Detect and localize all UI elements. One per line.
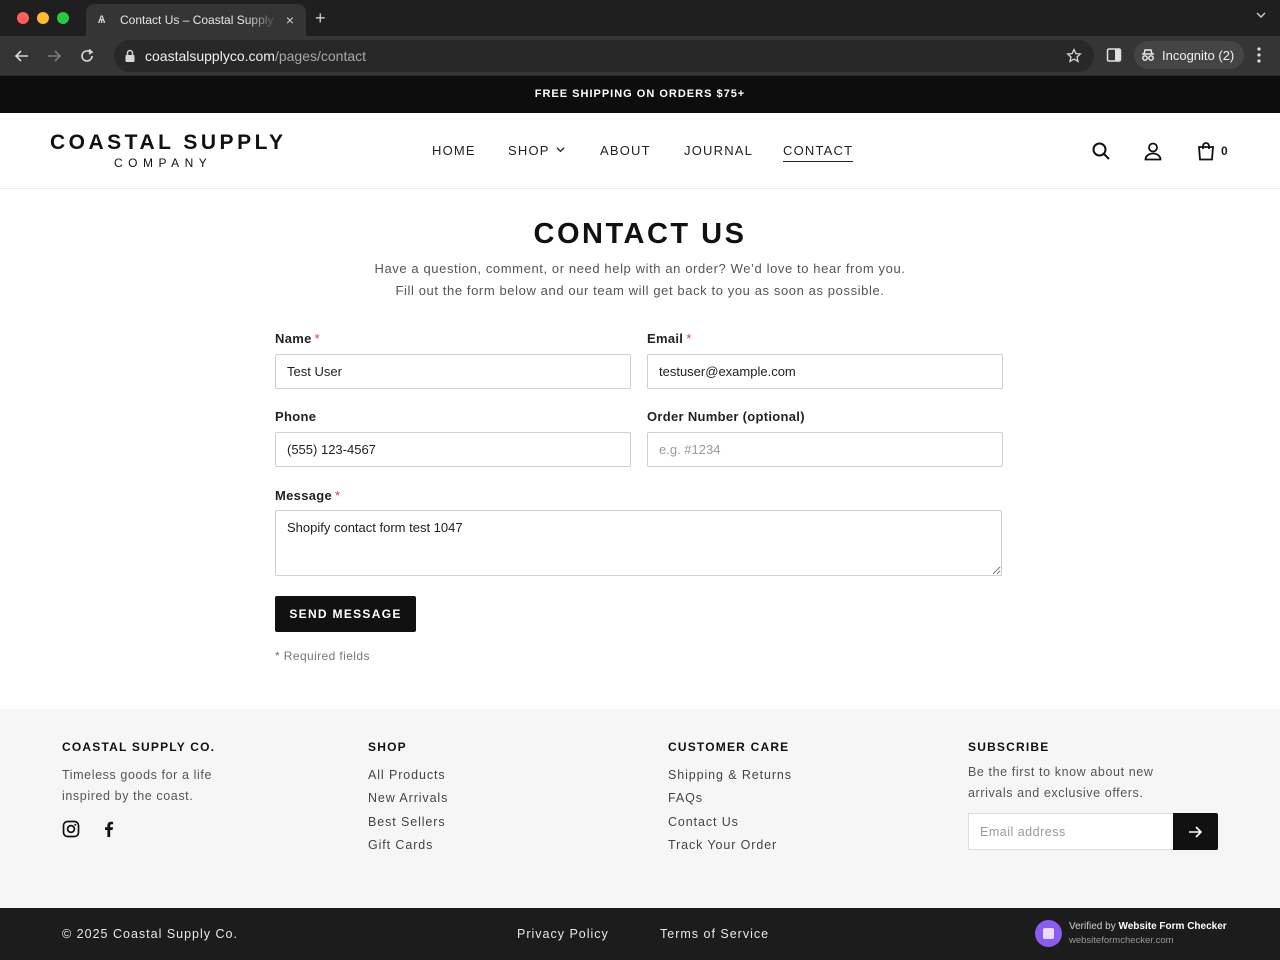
tab-close-icon[interactable]: × <box>282 12 298 28</box>
url-path: /pages/contact <box>274 48 367 64</box>
site-header: COASTAL SUPPLY COMPANY HOME SHOP ABOUT J… <box>0 113 1280 189</box>
footer-brand-heading: COASTAL SUPPLY CO. <box>62 740 216 754</box>
lock-icon <box>125 49 135 62</box>
footer-subscribe-text-line1: Be the first to know about new <box>968 765 1154 779</box>
footer-link-best-sellers[interactable]: Best Sellers <box>368 815 446 829</box>
phone-input[interactable] <box>275 432 631 467</box>
new-tab-button[interactable]: + <box>315 8 326 28</box>
account-icon[interactable] <box>1143 141 1163 161</box>
privacy-policy-link[interactable]: Privacy Policy <box>517 927 609 941</box>
badge-name: Website Form Checker <box>1118 921 1227 932</box>
reload-icon[interactable] <box>77 46 97 66</box>
logo-subtitle[interactable]: COMPANY <box>114 156 212 170</box>
browser-toolbar: coastalsupplyco.com/pages/contact <box>0 36 1280 76</box>
nav-about[interactable]: ABOUT <box>600 143 651 158</box>
subscribe-email-input[interactable] <box>968 813 1173 850</box>
phone-label: Phone <box>275 409 317 424</box>
tab-title: Contact Us – Coastal Supply Co. <box>120 13 278 27</box>
side-panel-icon[interactable] <box>1106 47 1122 63</box>
cart-count: 0 <box>1221 144 1228 158</box>
verified-badge-icon[interactable] <box>1035 920 1062 947</box>
arrow-right-icon <box>1189 826 1203 838</box>
subscribe-button[interactable] <box>1173 813 1218 850</box>
nav-home[interactable]: HOME <box>432 143 476 158</box>
required-asterisk: * <box>686 331 692 346</box>
intro-text-line1: Have a question, comment, or need help w… <box>374 261 906 276</box>
announcement-bar: FREE SHIPPING ON ORDERS $75+ <box>0 76 1280 113</box>
message-label: Message * <box>275 488 340 503</box>
footer-care-heading: CUSTOMER CARE <box>668 740 790 754</box>
back-arrow-icon[interactable] <box>12 46 32 66</box>
required-asterisk: * <box>314 331 320 346</box>
intro-text-line2: Fill out the form below and our team wil… <box>395 283 885 298</box>
page-title: CONTACT US <box>533 218 747 250</box>
instagram-icon[interactable] <box>62 820 80 838</box>
browser-tab-strip: Ѧ Contact Us – Coastal Supply Co. × + <box>0 0 1280 36</box>
url-host: coastalsupplyco.com <box>145 48 275 64</box>
copyright-text: © 2025 Coastal Supply Co. <box>62 927 238 941</box>
footer: COASTAL SUPPLY CO. Timeless goods for a … <box>0 709 1280 908</box>
footer-link-shipping-returns[interactable]: Shipping & Returns <box>668 768 792 782</box>
footer-link-faqs[interactable]: FAQs <box>668 791 703 805</box>
nav-shop[interactable]: SHOP <box>508 143 565 158</box>
browser-menu-icon[interactable] <box>1254 46 1264 64</box>
footer-brand-text-line2: inspired by the coast. <box>62 789 194 803</box>
incognito-label: Incognito (2) <box>1162 47 1235 63</box>
maximize-window-button[interactable] <box>57 12 69 24</box>
logo[interactable]: COASTAL SUPPLY <box>50 131 286 155</box>
order-number-label: Order Number (optional) <box>647 409 805 424</box>
footer-shop-heading: SHOP <box>368 740 407 754</box>
footer-link-track-order[interactable]: Track Your Order <box>668 838 777 852</box>
favicon-icon: Ѧ <box>98 14 106 26</box>
required-fields-note: * Required fields <box>275 649 370 663</box>
nav-contact[interactable]: CONTACT <box>783 143 854 162</box>
email-label: Email * <box>647 331 692 346</box>
footer-subscribe-heading: SUBSCRIBE <box>968 740 1050 754</box>
footer-subscribe-text-line2: arrivals and exclusive offers. <box>968 786 1144 800</box>
chevron-down-icon <box>556 147 565 153</box>
verified-badge-title[interactable]: Verified by Website Form Checker <box>1069 921 1227 932</box>
name-label-text: Name <box>275 331 312 346</box>
footer-bottom-bar: © 2025 Coastal Supply Co. Privacy Policy… <box>0 908 1280 960</box>
name-input[interactable] <box>275 354 631 389</box>
forward-arrow-icon[interactable] <box>44 46 64 66</box>
bookmark-star-icon[interactable] <box>1066 48 1082 64</box>
footer-link-new-arrivals[interactable]: New Arrivals <box>368 791 448 805</box>
close-window-button[interactable] <box>17 12 29 24</box>
footer-link-contact-us[interactable]: Contact Us <box>668 815 739 829</box>
name-label: Name * <box>275 331 320 346</box>
footer-brand-text-line1: Timeless goods for a life <box>62 768 213 782</box>
send-message-button[interactable]: SEND MESSAGE <box>275 596 416 632</box>
order-number-input[interactable] <box>647 432 1003 467</box>
message-label-text: Message <box>275 488 333 503</box>
facebook-icon[interactable] <box>100 820 118 838</box>
terms-of-service-link[interactable]: Terms of Service <box>660 927 769 941</box>
badge-envelope-icon <box>1043 928 1054 939</box>
email-input[interactable] <box>647 354 1003 389</box>
required-asterisk: * <box>335 488 341 503</box>
message-textarea[interactable]: Shopify contact form test 1047 <box>275 510 1002 576</box>
badge-prefix: Verified by <box>1069 921 1116 932</box>
footer-link-gift-cards[interactable]: Gift Cards <box>368 838 433 852</box>
verified-badge-url[interactable]: websiteformchecker.com <box>1069 935 1174 946</box>
nav-journal[interactable]: JOURNAL <box>684 143 753 158</box>
email-label-text: Email <box>647 331 684 346</box>
search-icon[interactable] <box>1091 141 1111 161</box>
incognito-icon <box>1142 49 1154 61</box>
browser-tab[interactable]: Ѧ Contact Us – Coastal Supply Co. × <box>86 4 306 36</box>
tab-search-chevron-icon[interactable] <box>1256 10 1266 20</box>
footer-link-all-products[interactable]: All Products <box>368 768 446 782</box>
cart-icon[interactable] <box>1196 141 1216 161</box>
minimize-window-button[interactable] <box>37 12 49 24</box>
incognito-button[interactable]: Incognito (2) <box>1134 41 1245 69</box>
nav-shop-label: SHOP <box>508 143 550 158</box>
address-bar[interactable]: coastalsupplyco.com/pages/contact <box>114 40 1094 72</box>
